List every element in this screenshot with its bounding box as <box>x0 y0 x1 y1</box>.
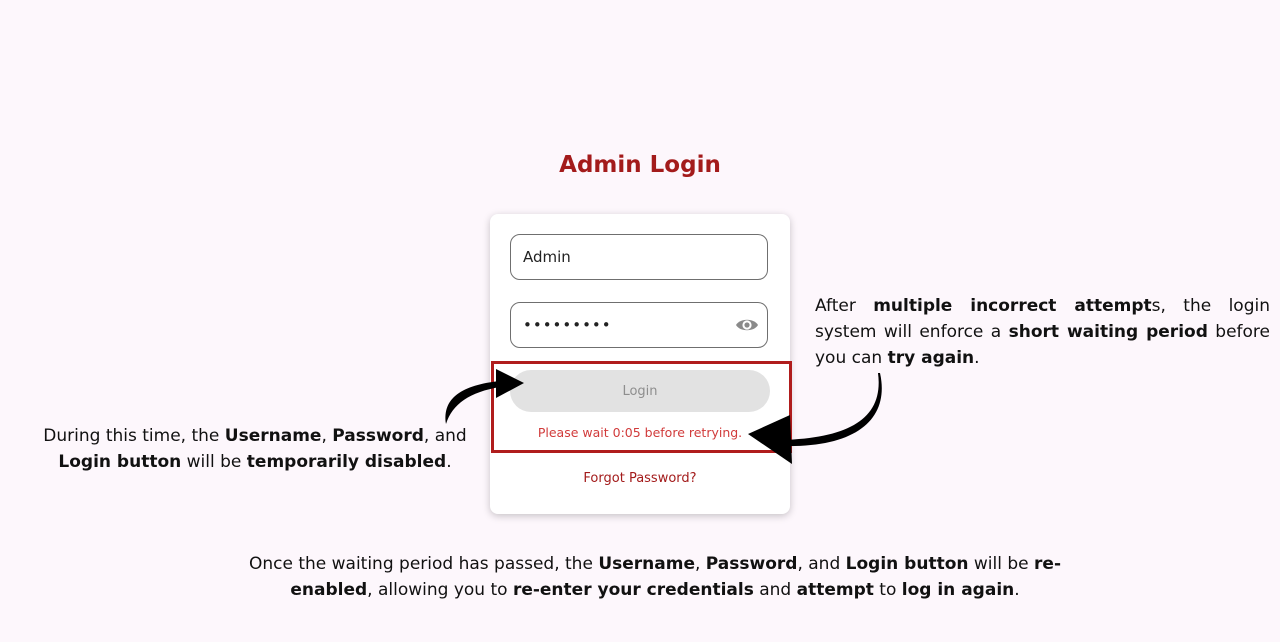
username-value: Admin <box>523 248 571 266</box>
annotation-emphasis: log in again <box>901 580 1015 600</box>
annotation-text: and <box>753 580 797 600</box>
annotation-text: During this time, the <box>43 426 225 446</box>
highlight-box <box>491 361 792 453</box>
annotation-emphasis: attempt <box>796 580 874 600</box>
annotation-text: . <box>1014 580 1020 600</box>
annotation-text: , <box>694 554 706 574</box>
annotation-text: . <box>974 348 980 368</box>
annotation-emphasis: Username <box>224 426 322 446</box>
annotation-emphasis: Login button <box>845 554 969 574</box>
annotation-emphasis: re-enter your credentials <box>512 580 754 600</box>
annotation-emphasis: Login button <box>58 452 182 472</box>
annotation-emphasis: Username <box>598 554 695 574</box>
annotation-left: During this time, the Username, Password… <box>30 423 480 475</box>
annotation-text: Once the waiting period has passed, the <box>248 554 599 574</box>
annotation-text: . <box>446 452 452 472</box>
annotation-text: After <box>815 296 874 316</box>
annotation-emphasis: try again <box>887 348 975 368</box>
annotation-text: , <box>321 426 333 446</box>
annotation-text: , allowing you to <box>367 580 513 600</box>
page-title: Admin Login <box>559 152 721 178</box>
annotation-text: to <box>873 580 902 600</box>
annotation-text: will be <box>181 452 247 472</box>
username-field[interactable]: Admin <box>510 234 768 280</box>
password-field[interactable]: ••••••••• <box>510 302 768 348</box>
annotation-text: , and <box>797 554 846 574</box>
annotation-emphasis: Password <box>705 554 798 574</box>
annotation-emphasis: temporarily disabled <box>246 452 447 472</box>
password-value: ••••••••• <box>523 316 612 334</box>
annotation-emphasis: Password <box>332 426 424 446</box>
eye-icon[interactable] <box>735 315 759 335</box>
annotation-emphasis: short waiting period <box>1008 322 1208 342</box>
annotation-right: After multiple incorrect attempts, the l… <box>815 293 1270 371</box>
annotation-bottom: Once the waiting period has passed, the … <box>240 551 1070 603</box>
annotation-text: will be <box>968 554 1035 574</box>
annotation-text: , and <box>423 426 467 446</box>
forgot-password-link[interactable]: Forgot Password? <box>490 471 790 486</box>
annotation-emphasis: multiple incorrect attempt <box>873 296 1152 316</box>
